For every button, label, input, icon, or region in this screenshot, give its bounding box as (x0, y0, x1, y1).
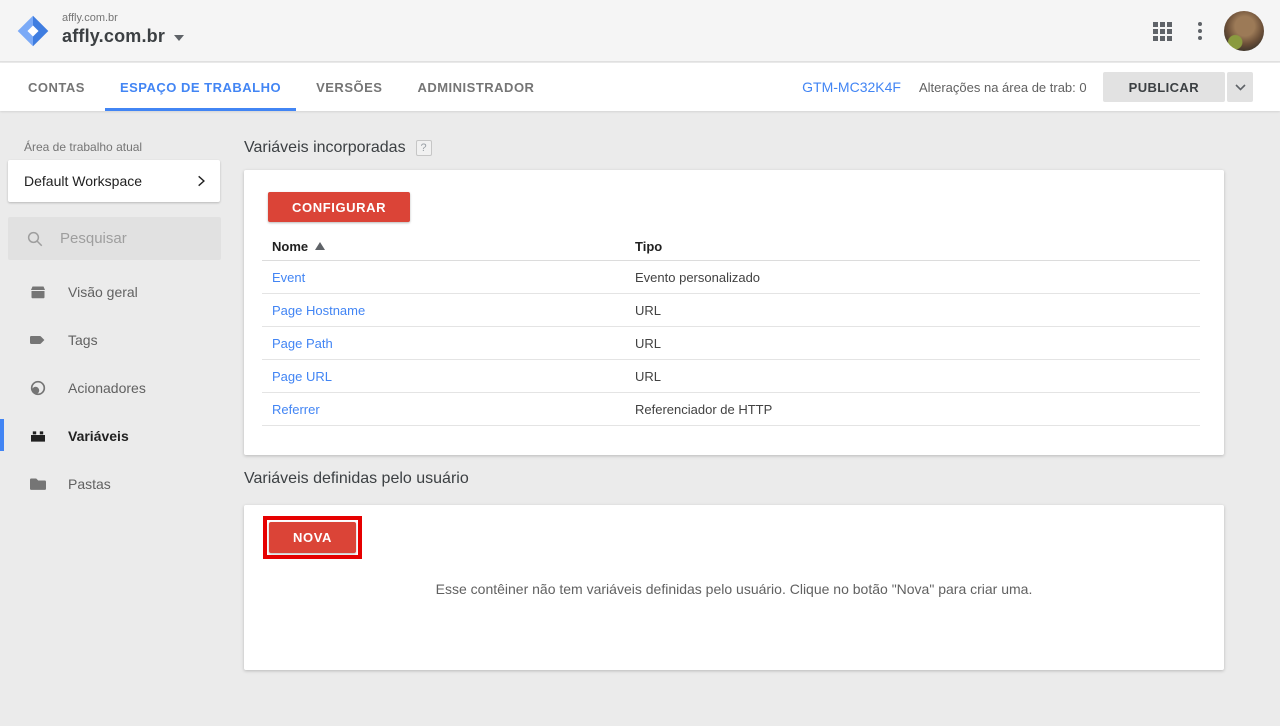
publish-button[interactable]: PUBLICAR (1103, 72, 1225, 102)
tab-espaco-de-trabalho[interactable]: ESPAÇO DE TRABALHO (120, 63, 281, 111)
main-nav-tabbar: CONTAS ESPAÇO DE TRABALHO VERSÕES ADMINI… (0, 63, 1280, 111)
overview-icon (28, 282, 48, 302)
variable-link[interactable]: Referrer (272, 402, 320, 417)
variable-type: Referenciador de HTTP (635, 402, 1200, 417)
app-header: affly.com.br affly.com.br (0, 0, 1280, 62)
table-row: Page Path URL (262, 327, 1200, 360)
annotation-highlight-box: NOVA (263, 516, 362, 559)
workspace-selector[interactable]: Default Workspace (8, 160, 220, 202)
container-selector[interactable]: affly.com.br (62, 26, 184, 47)
variable-type: Evento personalizado (635, 270, 1200, 285)
container-id-link[interactable]: GTM-MC32K4F (802, 79, 901, 95)
gtm-logo-icon (16, 14, 50, 48)
account-name: affly.com.br (62, 12, 118, 24)
sort-asc-icon (315, 242, 325, 250)
search-input[interactable] (60, 230, 210, 247)
workspace-section-label: Área de trabalho atual (24, 140, 142, 154)
sidebar-item-pastas[interactable]: Pastas (0, 460, 236, 508)
search-icon (26, 230, 44, 248)
sidebar-item-acionadores[interactable]: Acionadores (0, 364, 236, 412)
variable-type: URL (635, 369, 1200, 384)
builtin-variables-card: CONFIGURAR Nome Tipo Event Evento person… (244, 170, 1224, 455)
tab-administrador[interactable]: ADMINISTRADOR (417, 63, 534, 111)
triggers-icon (28, 378, 48, 398)
sidebar-item-visao-geral[interactable]: Visão geral (0, 268, 236, 316)
container-name: affly.com.br (62, 26, 165, 47)
sidebar-item-label: Acionadores (68, 380, 146, 396)
user-defined-variables-section-title: Variáveis definidas pelo usuário (244, 470, 469, 488)
nav-tabs: CONTAS ESPAÇO DE TRABALHO VERSÕES ADMINI… (0, 63, 569, 111)
variable-link[interactable]: Page Hostname (272, 303, 365, 318)
sidebar-item-tags[interactable]: Tags (0, 316, 236, 364)
tag-icon (28, 330, 48, 350)
variable-link[interactable]: Page Path (272, 336, 333, 351)
variable-type: URL (635, 303, 1200, 318)
sidebar-item-label: Tags (68, 332, 98, 348)
empty-state-message: Esse contêiner não tem variáveis definid… (244, 581, 1224, 597)
page-title: Variáveis incorporadas (244, 139, 406, 157)
variable-link[interactable]: Page URL (272, 369, 332, 384)
more-menu-icon[interactable] (1198, 22, 1202, 40)
folder-icon (28, 474, 48, 494)
table-row: Page Hostname URL (262, 294, 1200, 327)
table-header-row: Nome Tipo (262, 232, 1200, 261)
variable-type: URL (635, 336, 1200, 351)
table-row: Event Evento personalizado (262, 261, 1200, 294)
tab-contas[interactable]: CONTAS (28, 63, 85, 111)
publish-split-button: PUBLICAR (1103, 72, 1253, 102)
sidebar: Área de trabalho atual Default Workspace… (0, 111, 236, 726)
sidebar-search (8, 217, 221, 260)
apps-grid-icon[interactable] (1153, 22, 1172, 41)
configure-button[interactable]: CONFIGURAR (268, 192, 410, 222)
chevron-right-icon (194, 174, 208, 188)
workspace-changes-count: Alterações na área de trab: 0 (919, 80, 1087, 95)
column-header-tipo[interactable]: Tipo (635, 239, 1200, 254)
builtin-variables-table: Nome Tipo Event Evento personalizado Pag… (262, 232, 1200, 426)
workspace-name: Default Workspace (24, 173, 194, 189)
column-label: Nome (272, 239, 308, 254)
publish-dropdown-icon[interactable] (1227, 72, 1253, 102)
variable-link[interactable]: Event (272, 270, 305, 285)
user-defined-variables-card: NOVA Esse contêiner não tem variáveis de… (244, 505, 1224, 670)
avatar[interactable] (1224, 11, 1264, 51)
sidebar-item-label: Variáveis (68, 428, 129, 444)
sidebar-nav: Visão geral Tags Acionadores Variáveis P… (0, 268, 236, 508)
header-actions (1153, 0, 1280, 62)
tab-versoes[interactable]: VERSÕES (316, 63, 382, 111)
caret-down-icon (174, 35, 184, 41)
table-row: Referrer Referenciador de HTTP (262, 393, 1200, 426)
help-icon[interactable]: ? (416, 140, 432, 156)
sidebar-item-label: Visão geral (68, 284, 138, 300)
sidebar-item-variaveis[interactable]: Variáveis (0, 412, 236, 460)
builtin-variables-section: Variáveis incorporadas ? (244, 139, 432, 157)
tabbar-right: GTM-MC32K4F Alterações na área de trab: … (802, 63, 1253, 111)
new-variable-button[interactable]: NOVA (269, 522, 356, 553)
column-header-nome[interactable]: Nome (262, 239, 635, 254)
sidebar-item-label: Pastas (68, 476, 111, 492)
table-row: Page URL URL (262, 360, 1200, 393)
variables-icon (28, 426, 48, 446)
main-content: Variáveis incorporadas ? CONFIGURAR Nome… (236, 111, 1280, 726)
